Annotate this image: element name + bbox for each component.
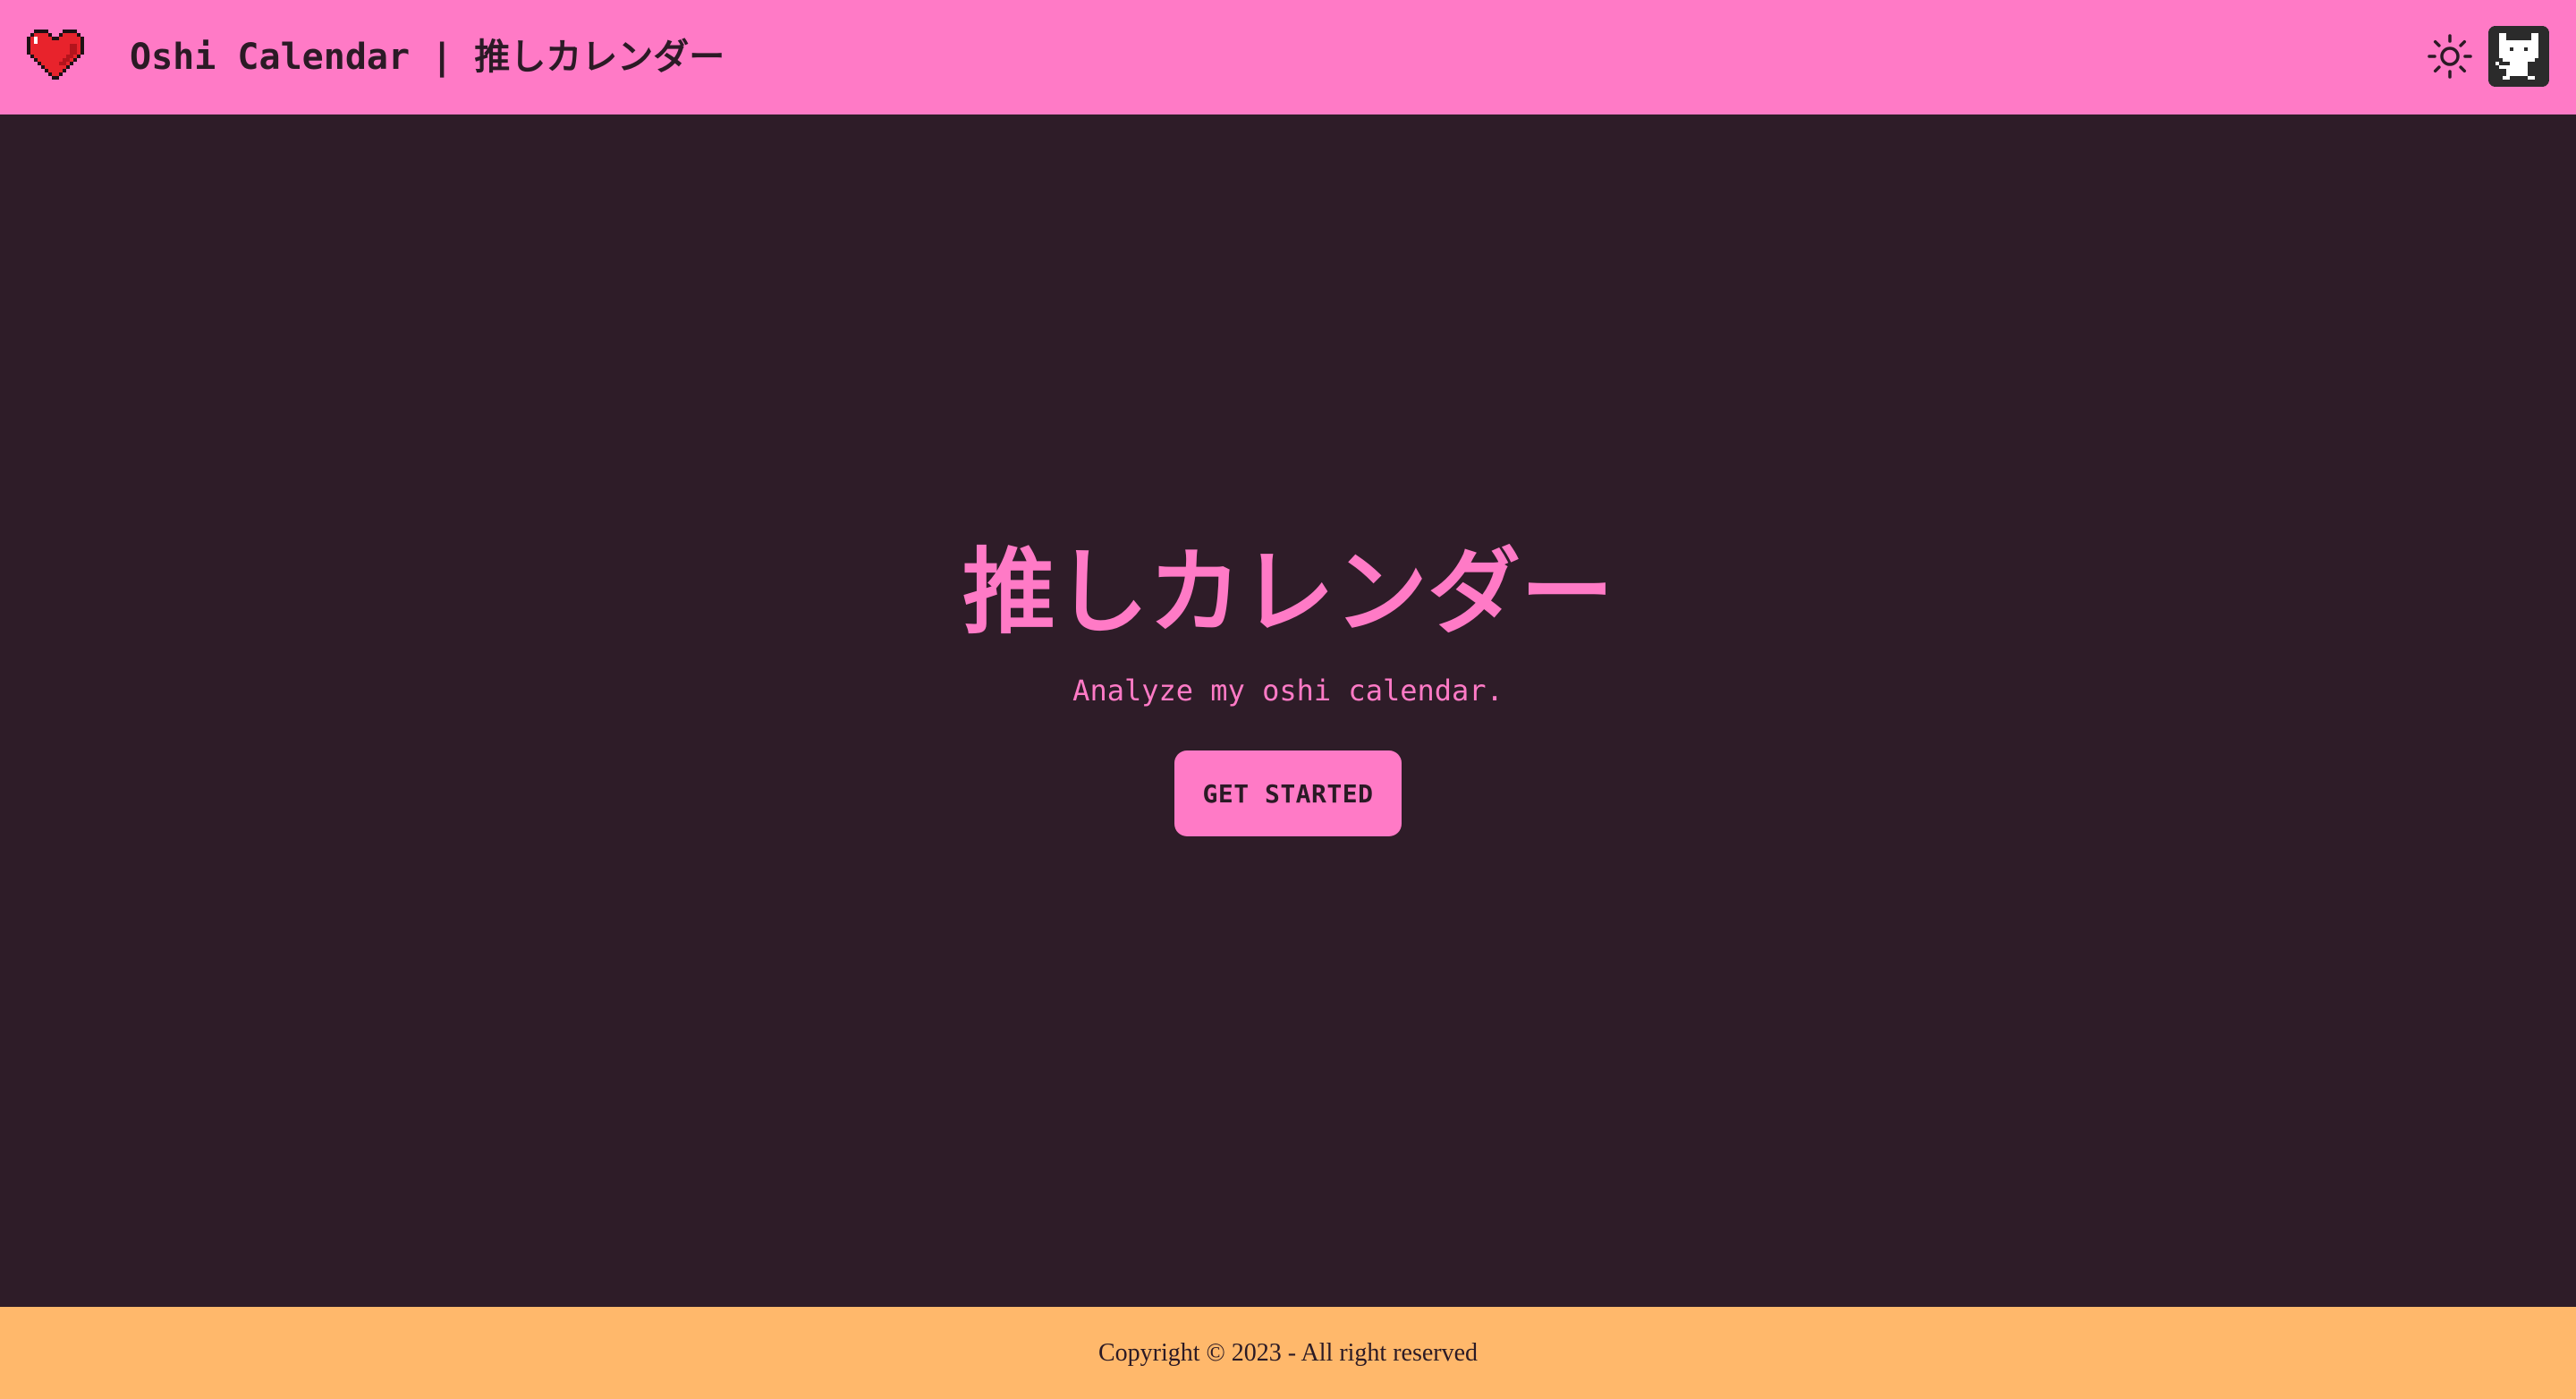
- copyright-text: Copyright © 2023 - All right reserved: [1097, 1339, 1479, 1367]
- hero-title: 推しカレンダー: [962, 538, 1614, 647]
- page: Oshi Calendar | 推しカレンダー 推しカレンダー Analyze …: [0, 0, 2576, 1399]
- brand-title[interactable]: Oshi Calendar | 推しカレンダー: [130, 32, 724, 82]
- sun-icon[interactable]: [2427, 33, 2473, 80]
- get-started-button[interactable]: GET STARTED: [1174, 750, 1402, 836]
- github-octocat-icon[interactable]: [2488, 26, 2549, 87]
- footer: Copyright © 2023 - All right reserved: [0, 1307, 2576, 1399]
- hero-subtitle: Analyze my oshi calendar.: [1072, 674, 1504, 708]
- navbar: Oshi Calendar | 推しカレンダー: [0, 0, 2576, 114]
- pixel-heart-icon[interactable]: [27, 30, 84, 83]
